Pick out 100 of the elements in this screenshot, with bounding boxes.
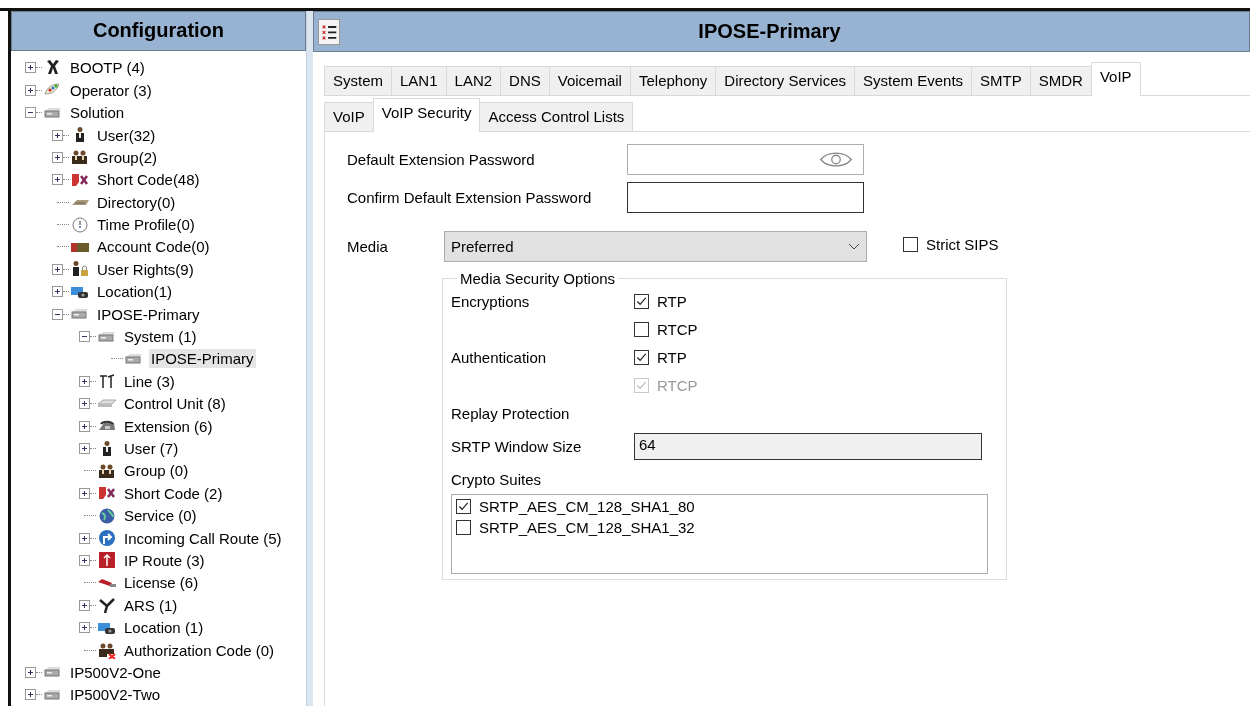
tab[interactable]: DNS xyxy=(500,66,550,95)
expand-toggle[interactable] xyxy=(25,84,36,96)
field-label: SRTP Window Size xyxy=(451,438,583,455)
tab[interactable]: System Events xyxy=(854,66,973,95)
tree-item[interactable]: Location(1) xyxy=(95,282,175,302)
crypto-suite-list[interactable]: SRTP_AES_CM_128_SHA1_80 SRTP_AES_CM_128_SHA1_32 xyxy=(451,494,988,574)
field-label: Confirm Default Extension Password xyxy=(347,189,593,206)
globe-icon xyxy=(97,506,117,525)
panel-title: IPOSE-Primary xyxy=(697,20,842,43)
expand-toggle[interactable] xyxy=(79,532,90,544)
tab[interactable]: VoIP xyxy=(1090,62,1141,96)
tree-item[interactable]: Location (1) xyxy=(122,618,206,638)
arrow-sign-icon xyxy=(97,551,117,570)
tree-item[interactable]: Directory(0) xyxy=(95,192,178,212)
tab[interactable]: LAN1 xyxy=(391,66,447,95)
checkbox-label: RTCP xyxy=(657,321,698,338)
expand-toggle[interactable] xyxy=(79,443,90,454)
checkbox[interactable] xyxy=(456,520,471,535)
list-icon[interactable] xyxy=(318,18,340,45)
tree-item[interactable]: IP500V2-One xyxy=(68,662,163,682)
tree-item[interactable]: Incoming Call Route (5) xyxy=(122,528,284,548)
tab[interactable]: LAN2 xyxy=(445,66,502,95)
tree-item[interactable]: Group(2) xyxy=(95,147,160,167)
tree-item[interactable]: Operator (3) xyxy=(68,80,154,100)
checkbox[interactable] xyxy=(634,350,649,365)
tree-item[interactable]: Short Code(48) xyxy=(95,170,202,190)
tree-item[interactable]: IPOSE-Primary xyxy=(149,349,256,369)
tree-item[interactable]: User(32) xyxy=(95,125,158,145)
tree-item[interactable]: IPOSE-Primary xyxy=(95,304,202,324)
tab[interactable]: Access Control Lists xyxy=(479,102,634,131)
window-size-field[interactable]: 64 xyxy=(634,433,982,460)
group-title: Media Security Options xyxy=(459,270,617,287)
field-label: Crypto Suites xyxy=(451,471,543,488)
checkbox[interactable] xyxy=(634,322,649,337)
check-icon xyxy=(457,500,470,513)
expand-toggle[interactable] xyxy=(25,62,36,74)
checkbox[interactable] xyxy=(903,237,918,252)
tab[interactable]: Voicemail xyxy=(548,66,631,95)
expand-toggle[interactable] xyxy=(52,151,63,163)
field-label: Authentication xyxy=(451,349,548,366)
tab[interactable]: Directory Services xyxy=(715,66,856,95)
expand-toggle[interactable] xyxy=(52,174,63,186)
checkbox-label: RTCP xyxy=(657,377,698,394)
tree-item[interactable]: Service (0) xyxy=(122,506,199,526)
tree-item[interactable]: IP Route (3) xyxy=(122,550,207,570)
tree-item[interactable]: BOOTP (4) xyxy=(68,58,147,78)
tab[interactable]: SMTP xyxy=(971,66,1031,95)
checkbox-label: SRTP_AES_CM_128_SHA1_32 xyxy=(479,519,695,536)
tree-item[interactable]: User Rights(9) xyxy=(95,259,196,279)
tree-item[interactable]: Solution xyxy=(68,103,127,123)
expand-toggle[interactable] xyxy=(79,398,90,410)
tab[interactable]: VoIP Security xyxy=(372,98,481,132)
clock-icon xyxy=(70,215,90,234)
check-icon xyxy=(635,351,648,364)
collapse-toggle[interactable] xyxy=(25,107,36,119)
expand-toggle[interactable] xyxy=(79,487,90,499)
book-icon xyxy=(71,199,89,205)
collapse-toggle[interactable] xyxy=(79,331,90,343)
expand-toggle[interactable] xyxy=(79,420,90,432)
chevron-down-icon xyxy=(848,242,860,251)
media-dropdown[interactable]: Preferred xyxy=(444,231,867,262)
tab[interactable]: VoIP xyxy=(324,102,374,131)
tree-item[interactable]: Control Unit (8) xyxy=(122,394,228,414)
tree-item[interactable]: Short Code (2) xyxy=(122,483,225,503)
tree-item[interactable]: System (1) xyxy=(122,327,199,347)
checkbox-label: RTP xyxy=(657,293,687,310)
password-field[interactable] xyxy=(627,144,864,175)
expand-toggle[interactable] xyxy=(25,666,36,678)
expand-toggle[interactable] xyxy=(52,129,63,141)
tree-item[interactable]: ARS (1) xyxy=(122,595,180,615)
field-label: Replay Protection xyxy=(451,405,571,422)
tab[interactable]: SMDR xyxy=(1029,66,1092,95)
people-icon xyxy=(70,148,90,167)
tree-item[interactable]: Account Code(0) xyxy=(95,237,212,257)
people-blocked-icon xyxy=(97,641,117,659)
checkbox[interactable] xyxy=(456,499,471,514)
line-icon xyxy=(97,372,117,391)
expand-toggle[interactable] xyxy=(52,263,63,275)
expand-toggle[interactable] xyxy=(79,622,90,634)
expand-toggle[interactable] xyxy=(25,689,36,701)
password-field[interactable] xyxy=(627,182,864,213)
tree-item[interactable]: Group (0) xyxy=(122,461,191,481)
expand-toggle[interactable] xyxy=(79,599,90,611)
tree-item[interactable]: Extension (6) xyxy=(122,416,215,436)
dongle-icon xyxy=(98,578,116,587)
checkbox[interactable] xyxy=(634,294,649,309)
expand-toggle[interactable] xyxy=(79,554,90,566)
expand-toggle[interactable] xyxy=(79,375,90,387)
tree-item[interactable]: Line (3) xyxy=(122,371,177,391)
eye-icon[interactable] xyxy=(819,150,853,169)
tree-item[interactable]: IP500V2-Two xyxy=(68,685,163,705)
tree-item[interactable]: User (7) xyxy=(122,439,181,458)
tree-item[interactable]: License (6) xyxy=(122,573,201,593)
route-sign-icon xyxy=(97,529,117,548)
tab[interactable]: System xyxy=(324,66,392,95)
tree-item[interactable]: Authorization Code (0) xyxy=(122,640,277,660)
expand-toggle[interactable] xyxy=(52,286,63,298)
tab[interactable]: Telephony xyxy=(629,66,717,95)
collapse-toggle[interactable] xyxy=(52,308,63,320)
tree-item[interactable]: Time Profile(0) xyxy=(95,215,197,235)
